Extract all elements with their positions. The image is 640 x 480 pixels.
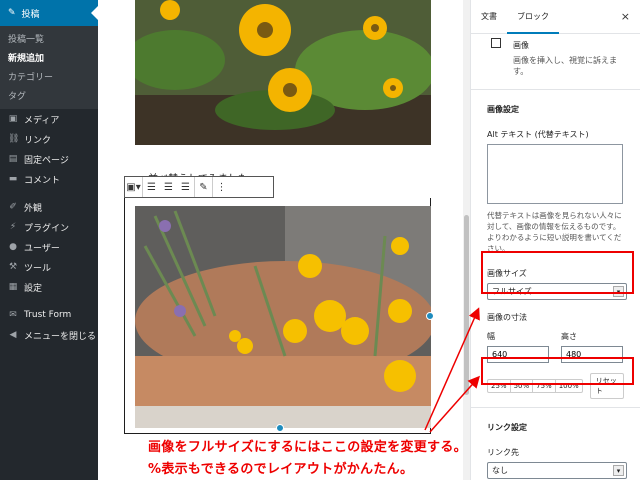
annotation-arrows: [424, 307, 480, 433]
screen: ✎ 投稿 投稿一覧 新規追加 カテゴリー タグ ▣ メディア ⛓ リンク ▤ 固定ペー…: [0, 0, 640, 480]
annotation-line-2: %表示もできるのでレイアウトがかんたん。: [148, 462, 414, 477]
annotation-line-1: 画像をフルサイズにするにはここの設定を変更する。: [148, 440, 467, 455]
